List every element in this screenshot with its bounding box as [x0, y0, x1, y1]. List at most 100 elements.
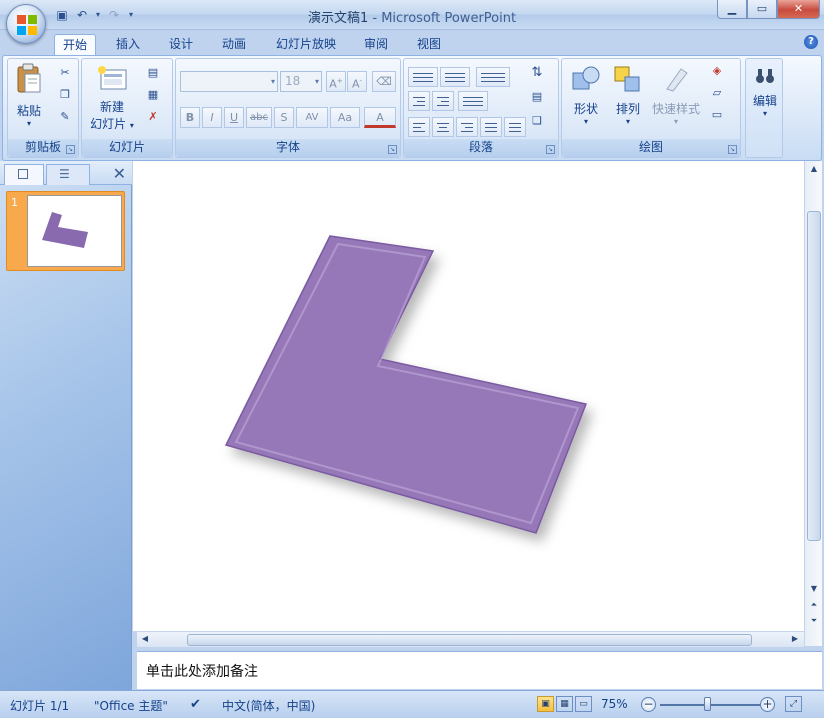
outline-icon: ☰ — [59, 167, 70, 181]
line-spacing-button[interactable] — [476, 67, 510, 87]
slides-tab[interactable] — [4, 164, 44, 185]
font-size-value: 18 — [285, 74, 301, 88]
close-button[interactable]: ✕ — [777, 0, 820, 19]
scroll-left-icon[interactable]: ◀ — [139, 633, 151, 645]
align-text-icon[interactable]: ▤ — [528, 89, 546, 105]
reset-slide-icon[interactable]: ▦ — [144, 87, 162, 103]
align-right-button[interactable] — [456, 117, 478, 137]
tab-view[interactable]: 视图 — [409, 34, 449, 56]
bold-button[interactable]: B — [180, 107, 200, 128]
copy-icon[interactable]: ❐ — [56, 87, 74, 103]
paragraph-group: ⇅ ▤ ❏ 段落 ↘ — [403, 58, 559, 158]
zoom-out-button[interactable]: − — [641, 697, 656, 712]
shape-outline-icon[interactable]: ▱ — [708, 85, 726, 101]
font-launcher-icon[interactable]: ↘ — [388, 145, 397, 154]
spell-check-icon[interactable]: ✔ — [190, 697, 201, 712]
vertical-scrollbar[interactable]: ▲ ▼ ⏶ ⏷ — [804, 161, 822, 646]
scroll-down-icon[interactable]: ▼ — [808, 583, 820, 595]
paragraph-launcher-icon[interactable]: ↘ — [546, 145, 555, 154]
slide-canvas[interactable] — [133, 161, 806, 631]
tab-animations[interactable]: 动画 — [214, 34, 254, 56]
office-button[interactable] — [6, 4, 46, 44]
slide-show-button[interactable]: ▭ — [575, 696, 592, 712]
language-indicator: 中文(简体，中国) — [222, 699, 316, 713]
help-icon[interactable]: ? — [804, 35, 818, 49]
tab-review[interactable]: 审阅 — [356, 34, 396, 56]
previous-slide-icon[interactable]: ⏶ — [808, 599, 820, 611]
text-direction-icon[interactable]: ⇅ — [528, 65, 546, 81]
editing-dropdown-icon: ▾ — [762, 109, 767, 118]
cut-icon[interactable]: ✂ — [56, 65, 74, 81]
new-slide-button[interactable]: 新建 幻灯片 ▾ — [84, 65, 140, 132]
grow-font-button[interactable]: A+ — [326, 71, 346, 92]
change-case-button[interactable]: Aa — [330, 107, 360, 128]
editing-label: 编辑 — [752, 94, 777, 108]
shapes-icon — [572, 66, 600, 90]
zoom-in-button[interactable]: + — [760, 697, 775, 712]
title-separator: - — [368, 11, 382, 26]
align-center-button[interactable] — [432, 117, 454, 137]
delete-slide-icon[interactable]: ✗ — [144, 109, 162, 125]
increase-indent-button[interactable] — [432, 91, 454, 111]
quick-styles-button[interactable]: 快速样式 ▾ — [650, 65, 702, 126]
shadow-button[interactable]: S — [274, 107, 294, 128]
align-left-button[interactable] — [408, 117, 430, 137]
new-slide-label-2: 幻灯片 ▾ — [90, 117, 134, 131]
outline-tab[interactable]: ☰ — [46, 164, 90, 185]
clipboard-launcher-icon[interactable]: ↘ — [66, 145, 75, 154]
slides-group: 新建 幻灯片 ▾ ▤ ▦ ✗ 幻灯片 — [81, 58, 173, 158]
underline-button[interactable]: U — [224, 107, 244, 128]
columns-button[interactable] — [458, 91, 488, 111]
slide-sorter-button[interactable]: ▦ — [556, 696, 573, 712]
horizontal-scrollbar[interactable]: ◀ ▶ — [137, 631, 804, 647]
shapes-dropdown-icon: ▾ — [583, 117, 588, 126]
strikethrough-button[interactable]: abc — [246, 107, 272, 128]
close-icon[interactable]: ✕ — [113, 164, 126, 183]
font-name-combo[interactable]: ▾ — [180, 71, 278, 92]
l-shape[interactable] — [133, 161, 806, 631]
shape-effects-icon[interactable]: ▭ — [708, 107, 726, 123]
scroll-right-icon[interactable]: ▶ — [789, 633, 801, 645]
zoom-level: 75% — [601, 697, 628, 711]
new-slide-icon — [98, 66, 127, 90]
horizontal-scroll-thumb[interactable] — [187, 634, 752, 646]
tab-insert[interactable]: 插入 — [108, 34, 148, 56]
justify-button[interactable] — [480, 117, 502, 137]
paste-button[interactable]: 粘贴 ▾ — [11, 63, 47, 128]
char-spacing-button[interactable]: AV — [296, 107, 328, 128]
tab-design[interactable]: 设计 — [161, 34, 201, 56]
font-color-button[interactable]: A — [364, 107, 396, 128]
layout-icon[interactable]: ▤ — [144, 65, 162, 81]
bullets-button[interactable] — [408, 67, 438, 87]
drawing-launcher-icon[interactable]: ↘ — [728, 145, 737, 154]
clear-format-icon[interactable]: ⌫ — [372, 71, 396, 92]
zoom-slider-thumb[interactable] — [704, 697, 711, 711]
clipboard-group: 粘贴 ▾ ✂ ❐ ✎ 剪贴板 ↘ — [7, 58, 79, 158]
shrink-font-button[interactable]: A- — [347, 71, 367, 92]
notes-pane[interactable]: 单击此处添加备注 — [137, 651, 822, 689]
tab-slide-show[interactable]: 幻灯片放映 — [266, 34, 346, 56]
maximize-button[interactable]: ▭ — [747, 0, 777, 19]
tab-home[interactable]: 开始 — [54, 34, 96, 56]
decrease-indent-button[interactable] — [408, 91, 430, 111]
editing-group[interactable]: 编辑 ▾ — [745, 58, 783, 158]
shapes-button[interactable]: 形状 ▾ — [566, 65, 606, 126]
fit-to-window-icon[interactable]: ⤢ — [785, 696, 802, 712]
minimize-button[interactable]: ▁ — [717, 0, 747, 19]
numbering-button[interactable] — [440, 67, 470, 87]
editing-button[interactable]: 编辑 ▾ — [748, 67, 782, 118]
next-slide-icon[interactable]: ⏷ — [808, 615, 820, 627]
format-painter-icon[interactable]: ✎ — [56, 109, 74, 125]
notes-placeholder: 单击此处添加备注 — [146, 664, 258, 680]
align-vertical-button[interactable] — [504, 117, 526, 137]
smartart-icon[interactable]: ❏ — [528, 113, 546, 129]
font-size-combo[interactable]: 18 ▾ — [280, 71, 322, 92]
shape-fill-icon[interactable]: ◈ — [708, 63, 726, 79]
arrange-label: 排列 — [615, 102, 640, 116]
italic-button[interactable]: I — [202, 107, 222, 128]
slide-thumbnail-1[interactable]: 1 — [6, 191, 125, 271]
scroll-up-icon[interactable]: ▲ — [808, 163, 820, 175]
arrange-button[interactable]: 排列 ▾ — [608, 65, 648, 126]
vertical-scroll-thumb[interactable] — [807, 211, 821, 541]
normal-view-button[interactable]: ▣ — [537, 696, 554, 712]
